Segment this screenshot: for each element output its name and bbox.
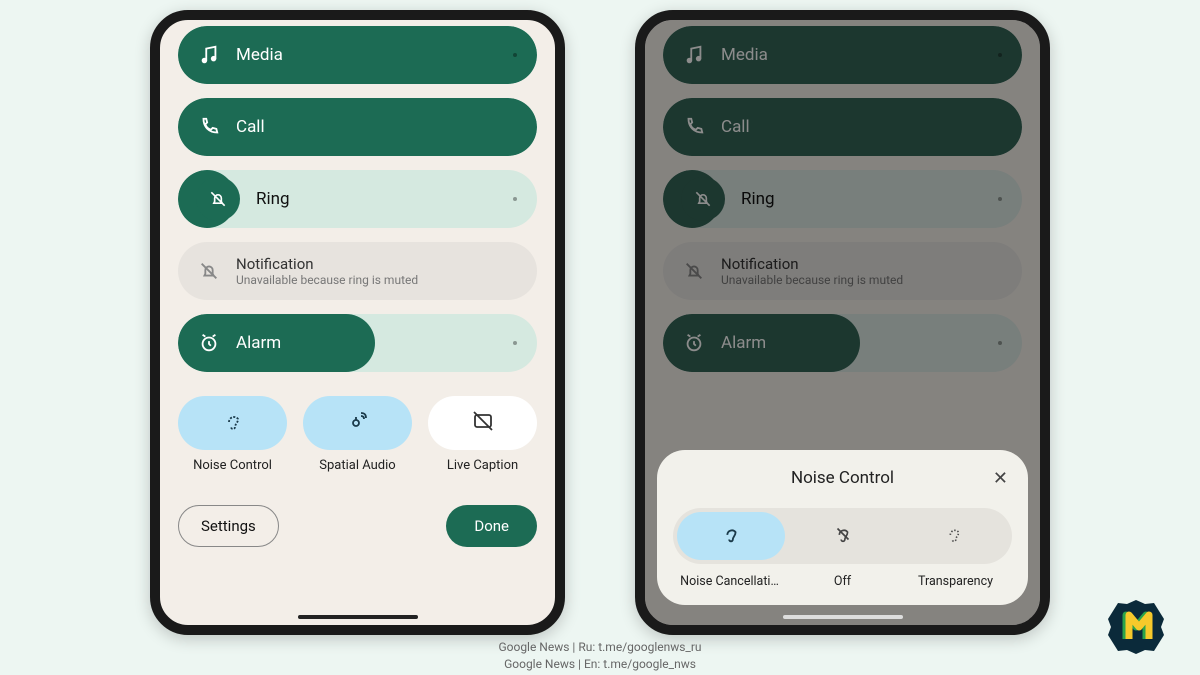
phone-right: Media Call Ring [635,10,1050,635]
media-slider[interactable]: Media [178,26,537,84]
spatial-audio-label: Spatial Audio [319,458,395,473]
feature-toggles: Noise Control Spatial Audio Live Caption [178,396,537,473]
transparency-label: Transparency [899,574,1012,589]
alarm-slider[interactable]: Alarm [178,314,537,372]
live-caption-label: Live Caption [447,458,518,473]
notification-title: Notification [236,255,418,273]
caption-off-icon [471,409,495,437]
nc-label: Noise Cancellati… [673,574,786,589]
phone-left: Media Call Ring [150,10,565,635]
popup-title: Noise Control [791,468,894,488]
noise-off-option[interactable] [789,512,897,560]
ear-outline-icon [832,523,854,549]
slider-handle-icon [513,53,517,57]
ear-solid-icon [720,523,742,549]
footer-line-1: Google News | Ru: t.me/googlenws_ru [0,639,1200,656]
comparison-stage: Media Call Ring [0,0,1200,635]
feature-live-caption[interactable]: Live Caption [428,396,537,473]
call-label: Call [236,117,265,137]
footer-line-2: Google News | En: t.me/google_nws [0,656,1200,673]
slider-handle-icon [513,197,517,201]
bottom-actions: Settings Done [178,505,537,547]
slider-handle-icon [513,341,517,345]
close-icon[interactable]: ✕ [993,468,1008,489]
feature-noise-control[interactable]: Noise Control [178,396,287,473]
ring-label: Ring [256,189,290,209]
music-note-icon [198,44,220,66]
media-label: Media [236,45,283,65]
noise-cancellation-option[interactable] [677,512,785,560]
bell-muted-icon [198,260,220,282]
bell-off-icon [196,177,240,221]
alarm-label: Alarm [236,333,281,353]
transparency-option[interactable] [900,512,1008,560]
settings-button[interactable]: Settings [178,505,279,547]
alarm-clock-icon [198,332,220,354]
noise-mode-segmented [673,508,1012,564]
noise-control-popup: Noise Control ✕ Noise Cancellati… Off Tr… [657,450,1028,605]
off-label: Off [786,574,899,589]
notification-subtitle: Unavailable because ring is muted [236,273,418,287]
phone-icon [198,116,220,138]
ear-icon [221,409,245,437]
call-slider[interactable]: Call [178,98,537,156]
source-footer: Google News | Ru: t.me/googlenws_ru Goog… [0,639,1200,673]
nav-handle[interactable] [783,615,903,619]
nav-handle[interactable] [298,615,418,619]
done-button[interactable]: Done [446,505,537,547]
noise-control-label: Noise Control [193,458,272,473]
ear-dotted-icon [943,523,965,549]
spatial-audio-icon [346,409,370,437]
watermark-badge [1106,597,1166,657]
volume-sliders: Media Call Ring [178,20,537,372]
feature-spatial-audio[interactable]: Spatial Audio [303,396,412,473]
ring-slider[interactable]: Ring [178,170,537,228]
notification-slider: Notification Unavailable because ring is… [178,242,537,300]
